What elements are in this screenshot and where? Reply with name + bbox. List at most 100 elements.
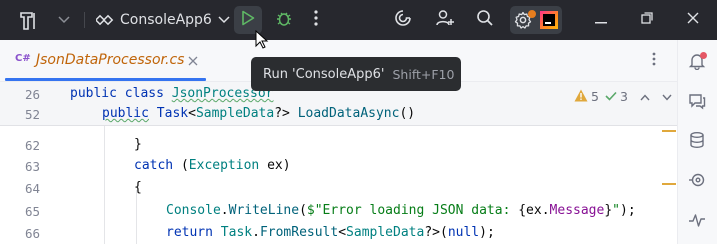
tab-options-button[interactable] [652, 52, 662, 70]
line-number: 62 [24, 138, 40, 153]
code-line: catch (Exception ex) [134, 158, 291, 173]
code-token: WriteLine [228, 203, 300, 218]
code-token: $"Error loading JSON data: [306, 203, 519, 218]
main-menu-chevron-icon[interactable] [56, 12, 72, 28]
run-config-label: ConsoleApp6 [120, 12, 212, 28]
code-token: ex) [259, 158, 291, 173]
code-token: ); [620, 203, 636, 218]
minimize-button[interactable] [588, 8, 614, 32]
separator [84, 12, 85, 28]
code-token: {ex. [518, 203, 550, 218]
tooltip-label: Run 'ConsoleApp6' [263, 66, 385, 82]
next-highlight-icon[interactable] [662, 89, 672, 104]
code-token: < [188, 106, 196, 121]
notifications-button[interactable] [688, 52, 708, 72]
code-token: FromResult [259, 225, 339, 240]
minimize-icon [595, 13, 607, 28]
ai-assistant-button[interactable] [390, 8, 416, 32]
mouse-cursor-icon [255, 29, 269, 50]
database-button[interactable] [688, 131, 708, 151]
debug-button[interactable] [270, 6, 298, 34]
line-number: 26 [24, 87, 40, 102]
code-line: public class JsonProcessor [70, 86, 274, 101]
pulse-icon [688, 214, 706, 233]
dotnet-icon [94, 12, 114, 28]
line-number: 64 [24, 181, 40, 196]
app-logo-icon[interactable] [18, 10, 40, 32]
tab-close-icon[interactable] [188, 55, 198, 70]
code-token: ( [299, 203, 307, 218]
code-token: } [604, 203, 613, 218]
line-number: 65 [24, 204, 40, 219]
restore-button[interactable] [634, 8, 660, 32]
code-token: } [134, 137, 142, 152]
code-token: ( [173, 158, 189, 173]
code-token: SampleData [195, 106, 275, 121]
run-tooltip: Run 'ConsoleApp6' Shift+F10 [251, 57, 461, 91]
code-token: Console [166, 203, 221, 218]
code-token: LoadDataAsync [297, 106, 400, 121]
editor-tab[interactable]: C# JsonDataProcessor.cs [0, 40, 208, 81]
database-icon [688, 132, 706, 153]
active-tab-indicator [5, 78, 206, 81]
code-token: " [612, 203, 620, 218]
endpoints-button[interactable] [688, 171, 708, 191]
code-token: { [134, 180, 142, 195]
code-line: } [134, 137, 142, 152]
search-button[interactable] [472, 8, 498, 32]
code-line: return Task.FromResult<SampleData?>(null… [166, 225, 495, 240]
code-token: null [447, 225, 480, 240]
code-token: Task [220, 225, 253, 240]
warning-icon [574, 89, 588, 103]
run-icon [241, 10, 255, 30]
line-number: 66 [24, 226, 40, 241]
ai-chat-button[interactable] [688, 92, 708, 112]
more-actions-button[interactable] [304, 8, 328, 32]
code-token: public class [70, 86, 172, 101]
right-tool-strip [677, 40, 717, 244]
check-count: 3 [619, 88, 628, 104]
title-bar: ConsoleApp6 [0, 0, 717, 49]
code-token: Task [156, 106, 189, 121]
endpoints-icon [688, 173, 706, 193]
code-token: < [338, 225, 347, 240]
jetbrains-logo-icon [540, 11, 558, 29]
code-token: . [220, 203, 229, 218]
chat-icon [688, 94, 706, 114]
profiler-button[interactable] [688, 211, 708, 231]
chevron-down-icon [218, 13, 230, 28]
close-button[interactable] [680, 8, 706, 32]
warning-stripe-marker[interactable] [662, 130, 676, 132]
code-token: catch [134, 158, 174, 173]
code-line: Console.WriteLine($"Error loading JSON d… [166, 203, 636, 218]
tab-filename: JsonDataProcessor.cs [36, 52, 185, 68]
run-config-selector[interactable]: ConsoleApp6 [94, 8, 230, 32]
code-token: SampleData [346, 225, 425, 240]
code-editor[interactable]: 26 public class JsonProcessor 52 public … [0, 82, 677, 244]
code-with-me-button[interactable] [432, 8, 458, 32]
previous-highlight-icon[interactable] [640, 89, 650, 104]
code-line: public Task<SampleData?> LoadDataAsync() [102, 106, 415, 121]
code-token: . [252, 225, 260, 240]
check-icon [605, 89, 617, 104]
indent-guide [104, 126, 105, 244]
update-badge-icon [528, 10, 536, 18]
inspection-widget[interactable]: 5 3 [574, 87, 674, 105]
line-number: 63 [24, 159, 40, 174]
notification-dot [700, 52, 707, 59]
code-token: ?>( [424, 225, 448, 240]
warning-stripe-marker[interactable] [662, 183, 676, 185]
code-token: return [166, 225, 213, 240]
settings-button[interactable] [510, 6, 562, 34]
code-token: () [399, 106, 416, 121]
tooltip-shortcut: Shift+F10 [392, 66, 455, 82]
warning-count: 5 [591, 88, 599, 104]
indent-guide [136, 190, 137, 244]
debug-icon [275, 9, 293, 31]
bell-icon [688, 52, 707, 74]
code-line: { [134, 180, 142, 195]
more-icon [314, 10, 318, 30]
line-number: 52 [24, 107, 40, 122]
ai-assistant-icon [393, 8, 413, 32]
